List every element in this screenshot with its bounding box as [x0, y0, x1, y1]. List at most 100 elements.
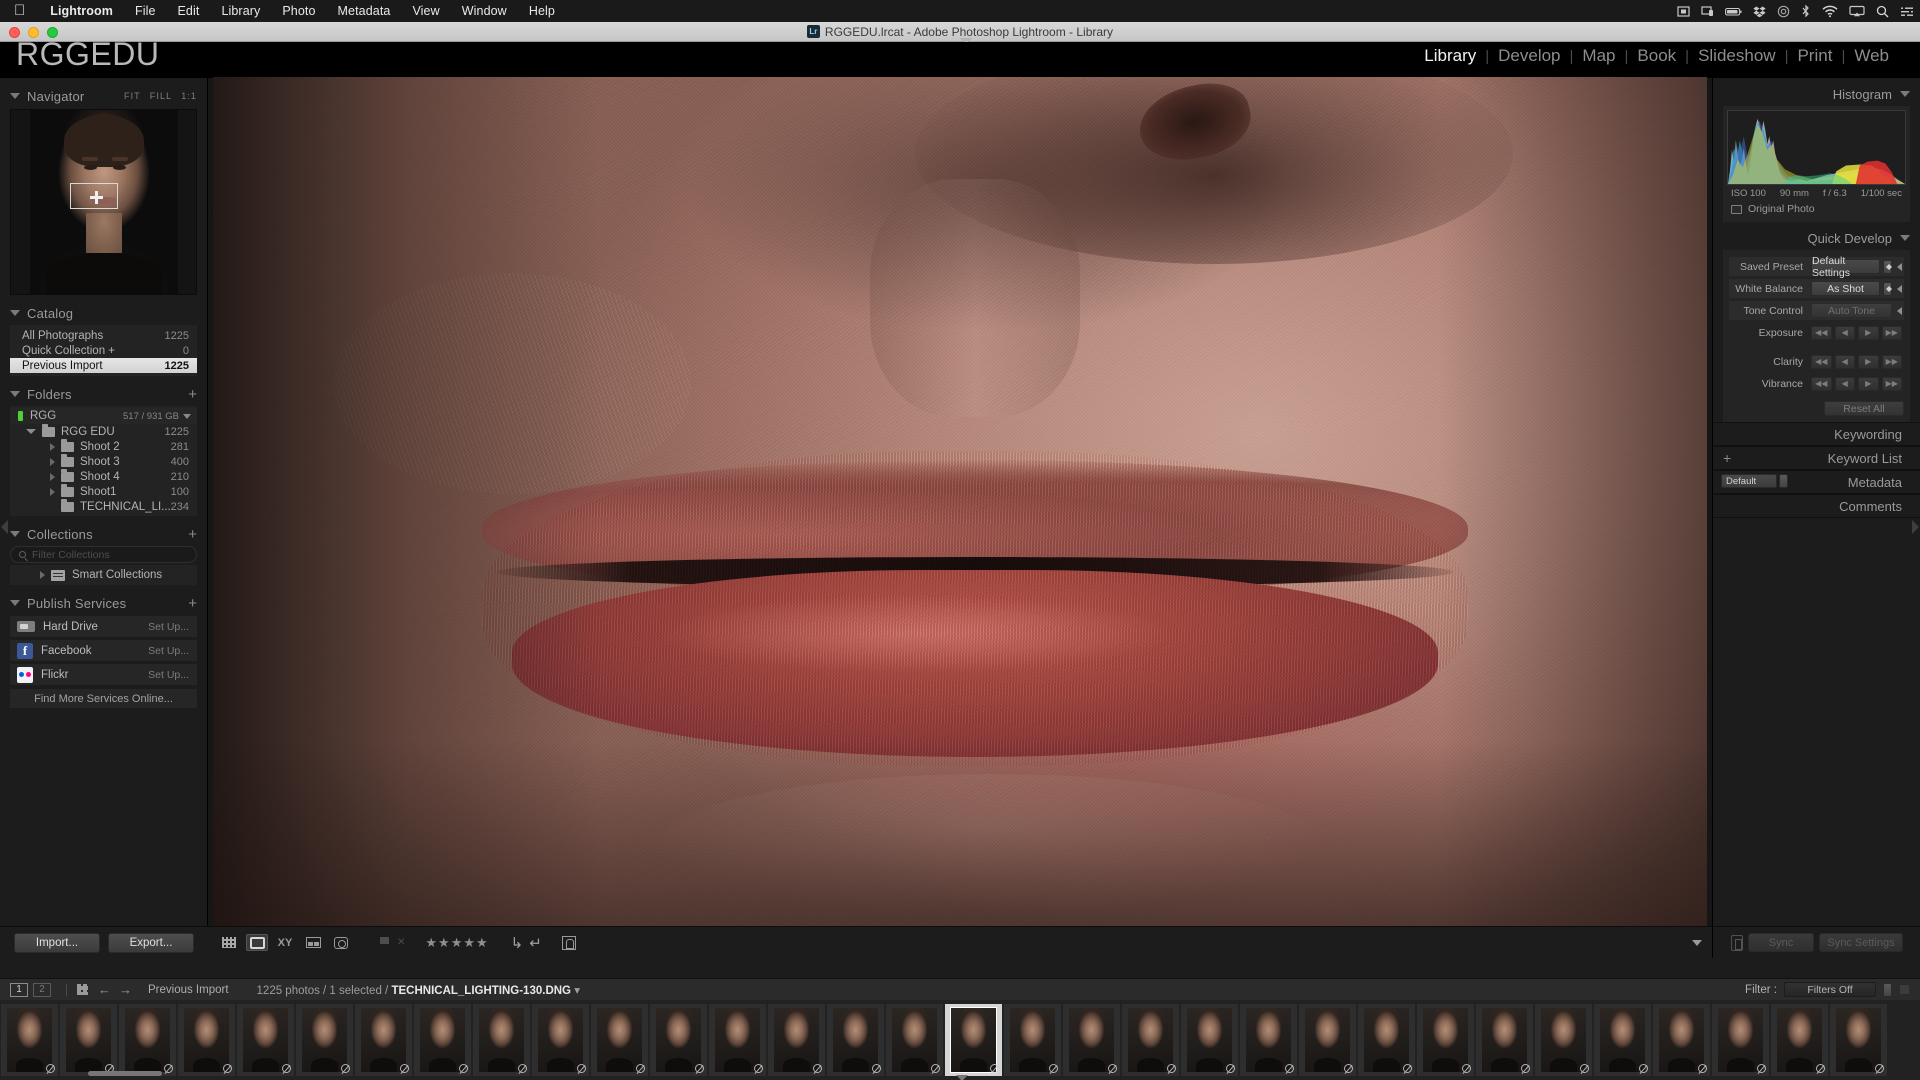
apple-logo-icon[interactable]: : [14, 2, 25, 19]
identity-plate[interactable]: RGGEDU: [16, 36, 159, 73]
filmstrip[interactable]: [0, 1000, 1920, 1080]
filmstrip-thumb[interactable]: [1181, 1004, 1238, 1076]
survey-view-button[interactable]: [302, 934, 324, 951]
filmstrip-thumb[interactable]: [296, 1004, 353, 1076]
filmstrip-thumb[interactable]: [1712, 1004, 1769, 1076]
menu-item-edit[interactable]: Edit: [167, 4, 211, 18]
filmstrip-thumb[interactable]: [178, 1004, 235, 1076]
filter-collections-input[interactable]: Filter Collections: [10, 546, 197, 563]
chevron-right-icon[interactable]: [50, 487, 55, 496]
catalog-item-previous-import[interactable]: Previous Import 1225: [10, 358, 197, 373]
folder-row[interactable]: Shoot 2 281: [10, 438, 197, 454]
chevron-left-icon[interactable]: [1897, 284, 1902, 293]
filmstrip-thumb[interactable]: [1830, 1004, 1887, 1076]
filmstrip-thumb[interactable]: [1122, 1004, 1179, 1076]
selected-filename[interactable]: TECHNICAL_LIGHTING-130.DNG: [391, 985, 571, 997]
grid-icon[interactable]: [77, 984, 88, 995]
publish-services-header[interactable]: Publish Services +: [10, 593, 197, 613]
white-balance-dropdown[interactable]: As Shot: [1811, 281, 1880, 296]
zoom-one-to-one[interactable]: 1:1: [181, 91, 197, 101]
quick-develop-header[interactable]: Quick Develop: [1713, 228, 1920, 248]
folder-row[interactable]: Shoot 3 400: [10, 453, 197, 469]
filter-dropdown[interactable]: Filters Off: [1784, 982, 1876, 997]
folder-row[interactable]: Shoot 4 210: [10, 468, 197, 484]
chevron-left-icon[interactable]: [1897, 262, 1902, 271]
folder-row[interactable]: Shoot1 100: [10, 483, 197, 499]
right-panel-collapse-arrow-icon[interactable]: [1912, 520, 1919, 534]
chevron-right-icon[interactable]: [50, 472, 55, 481]
filmstrip-thumb[interactable]: [591, 1004, 648, 1076]
filmstrip-thumb[interactable]: [1299, 1004, 1356, 1076]
vibrance-increase-large[interactable]: ▶▶: [1881, 376, 1902, 391]
people-view-button[interactable]: [330, 934, 352, 951]
filmstrip-thumb[interactable]: [827, 1004, 884, 1076]
add-keyword-plus-icon[interactable]: +: [1723, 450, 1731, 466]
filmstrip-thumb[interactable]: [60, 1004, 117, 1076]
publish-service-setup-link[interactable]: Set Up...: [148, 669, 189, 681]
filmstrip-thumb[interactable]: [1476, 1004, 1533, 1076]
flag-pick-icon[interactable]: [380, 936, 391, 949]
add-publish-service-button[interactable]: +: [188, 596, 197, 611]
vibrance-increase-small[interactable]: ▶: [1858, 376, 1879, 391]
filmstrip-thumb[interactable]: [1535, 1004, 1592, 1076]
chevron-down-icon[interactable]: [10, 310, 20, 316]
filmstrip-thumb[interactable]: [768, 1004, 825, 1076]
exposure-increase-small[interactable]: ▶: [1858, 325, 1879, 340]
filmstrip-thumb[interactable]: [1240, 1004, 1297, 1076]
white-balance-stepper[interactable]: [1883, 281, 1892, 296]
rating-stars[interactable]: ★★★★★: [425, 935, 488, 951]
filter-toggle-button[interactable]: [1899, 984, 1910, 995]
clarity-row[interactable]: Clarity ◀◀ ◀ ▶ ▶▶: [1729, 352, 1904, 371]
chevron-down-icon[interactable]: [10, 93, 20, 99]
module-print[interactable]: Print: [1788, 46, 1841, 66]
crop-overlay-icon[interactable]: [561, 935, 576, 950]
publish-service-setup-link[interactable]: Set Up...: [148, 621, 189, 633]
menu-item-file[interactable]: File: [124, 4, 167, 18]
menu-item-library[interactable]: Library: [210, 4, 271, 18]
menu-item-lightroom[interactable]: Lightroom: [39, 4, 124, 18]
chevron-left-icon[interactable]: [1897, 306, 1902, 315]
add-folder-button[interactable]: +: [188, 387, 197, 402]
zoom-fit[interactable]: FIT: [124, 91, 141, 101]
rotate-left-icon[interactable]: ↳: [511, 934, 524, 952]
metadata-preset-dropdown[interactable]: Default: [1721, 474, 1777, 488]
vibrance-decrease-large[interactable]: ◀◀: [1811, 376, 1832, 391]
chevron-down-icon[interactable]: [183, 413, 191, 419]
loupe-view-area[interactable]: [208, 77, 1712, 927]
chevron-down-icon[interactable]: [26, 429, 36, 434]
chevron-right-icon[interactable]: [40, 571, 45, 579]
forward-arrow-icon[interactable]: →: [119, 982, 132, 997]
filmstrip-thumb[interactable]: [414, 1004, 471, 1076]
menu-item-window[interactable]: Window: [451, 4, 518, 18]
back-arrow-icon[interactable]: ←: [98, 982, 111, 997]
publish-service-facebook[interactable]: f Facebook Set Up...: [10, 640, 197, 661]
filmstrip-thumb[interactable]: [1, 1004, 58, 1076]
exposure-row[interactable]: Exposure ◀◀ ◀ ▶ ▶▶: [1729, 323, 1904, 342]
sync-button[interactable]: Sync: [1748, 933, 1814, 952]
navigator-preview[interactable]: [10, 109, 197, 295]
publish-service-setup-link[interactable]: Set Up...: [148, 645, 189, 657]
filmstrip-thumb[interactable]: [1417, 1004, 1474, 1076]
clarity-decrease-small[interactable]: ◀: [1834, 354, 1855, 369]
import-button[interactable]: Import...: [14, 932, 100, 953]
left-panel-collapse-arrow-icon[interactable]: [1, 520, 8, 534]
chevron-right-icon[interactable]: [50, 457, 55, 466]
filmstrip-thumb[interactable]: [1063, 1004, 1120, 1076]
reset-all-button[interactable]: Reset All: [1824, 401, 1904, 416]
chevron-down-icon[interactable]: [10, 531, 20, 537]
find-more-services-button[interactable]: Find More Services Online...: [10, 689, 197, 708]
zoom-fill[interactable]: FILL: [150, 91, 172, 101]
filmstrip-thumb[interactable]: [1653, 1004, 1710, 1076]
exposure-decrease-large[interactable]: ◀◀: [1811, 325, 1832, 340]
screen-one-button[interactable]: 1: [10, 982, 28, 997]
module-develop[interactable]: Develop: [1489, 46, 1569, 66]
clarity-decrease-large[interactable]: ◀◀: [1811, 354, 1832, 369]
collections-header[interactable]: Collections +: [10, 524, 197, 544]
exposure-decrease-small[interactable]: ◀: [1834, 325, 1855, 340]
filmstrip-thumb[interactable]: [1358, 1004, 1415, 1076]
menu-item-metadata[interactable]: Metadata: [327, 4, 402, 18]
filmstrip-thumb[interactable]: [532, 1004, 589, 1076]
sync-settings-button[interactable]: Sync Settings: [1819, 933, 1903, 952]
clarity-increase-small[interactable]: ▶: [1858, 354, 1879, 369]
chevron-down-icon[interactable]: [10, 391, 20, 397]
